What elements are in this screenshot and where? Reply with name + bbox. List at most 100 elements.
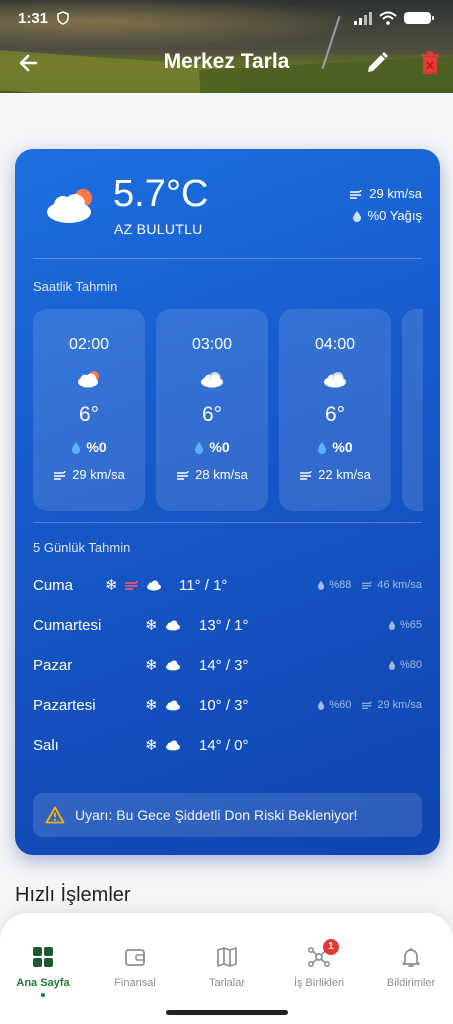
day-temp-range: 11° / 1° bbox=[179, 576, 228, 594]
nav-notifications-label: Bildirimler bbox=[386, 977, 436, 989]
cloud-icon bbox=[146, 580, 161, 591]
hourly-wind: 28 km/sa bbox=[156, 467, 268, 482]
day-name: Pazartesi bbox=[33, 696, 96, 714]
hourly-wind-value: 29 km/sa bbox=[72, 467, 125, 482]
active-indicator bbox=[41, 993, 45, 997]
current-meta: 29 km/sa %0 Yağış bbox=[349, 183, 422, 227]
nav-fields-label: Tarlalar bbox=[208, 977, 246, 989]
daily-row: Pazar ❄ 14° / 3° %80 bbox=[33, 653, 422, 677]
day-temp-range: 14° / 3° bbox=[199, 656, 249, 674]
hourly-rain-value: %0 bbox=[86, 439, 107, 455]
nav-fields[interactable]: Tarlalar bbox=[187, 945, 267, 989]
map-icon bbox=[217, 947, 237, 967]
hourly-time: 03:00 bbox=[191, 336, 233, 353]
weather-card: 5.7°C AZ BULUTLU 29 km/sa %0 Yağış Saatl… bbox=[15, 149, 440, 855]
nav-collaborations[interactable]: 1 İş Birlikleri bbox=[279, 939, 359, 989]
hourly-card: 04:00 6° %0 22 km/sa bbox=[279, 309, 391, 511]
wind-icon bbox=[54, 470, 66, 480]
divider bbox=[33, 258, 422, 259]
wifi-icon bbox=[379, 11, 397, 25]
day-rain: %60 bbox=[317, 699, 351, 711]
day-rain-value: %80 bbox=[399, 659, 422, 671]
wind-icon bbox=[177, 470, 189, 480]
hourly-time: 02:00 bbox=[68, 336, 110, 353]
daily-row: Cumartesi ❄ 13° / 1° %65 bbox=[33, 613, 422, 637]
cloud-icon bbox=[165, 660, 180, 671]
cloud-icon bbox=[165, 740, 180, 751]
shield-icon bbox=[57, 11, 69, 25]
wind-icon bbox=[300, 470, 312, 480]
day-rain: %88 bbox=[317, 579, 351, 591]
partly-cloudy-sun-icon bbox=[47, 189, 92, 223]
snowflake-icon: ❄ bbox=[145, 737, 158, 754]
day-rain: %65 bbox=[388, 619, 422, 631]
divider bbox=[33, 522, 422, 523]
wind-icon bbox=[362, 581, 373, 589]
day-temp-range: 14° / 0° bbox=[199, 736, 249, 754]
alert-text: Uyarı: Bu Gece Şiddetli Don Riski Beklen… bbox=[75, 807, 358, 823]
wallet-icon bbox=[125, 949, 145, 966]
nav-finance-label: Finansal bbox=[114, 977, 156, 989]
droplet-icon bbox=[318, 441, 327, 454]
battery-icon bbox=[404, 12, 434, 24]
hourly-rain-value: %0 bbox=[332, 439, 353, 455]
day-name: Cumartesi bbox=[33, 616, 102, 634]
current-wind: 29 km/sa bbox=[369, 186, 422, 201]
hourly-wind-value: 28 km/sa bbox=[195, 467, 248, 482]
cloud-icon bbox=[201, 372, 223, 388]
day-name: Salı bbox=[33, 736, 59, 754]
bottom-navigation: Ana Sayfa Finansal Tarlalar 1 İş Birlikl… bbox=[0, 913, 453, 1024]
hourly-wind: 22 km/sa bbox=[279, 467, 391, 482]
day-rain-value: %60 bbox=[329, 699, 352, 711]
droplet-icon bbox=[388, 660, 396, 670]
delete-trash-icon[interactable] bbox=[418, 50, 442, 76]
droplet-icon bbox=[318, 580, 325, 590]
day-temp-range: 13° / 1° bbox=[199, 616, 249, 634]
signal-icon bbox=[354, 12, 372, 25]
droplet-icon bbox=[318, 700, 325, 710]
day-temp-range: 10° / 3° bbox=[199, 696, 249, 714]
hourly-rain: %0 bbox=[156, 439, 268, 455]
daily-forecast-label: 5 Günlük Tahmin bbox=[33, 540, 131, 555]
hourly-forecast-label: Saatlik Tahmin bbox=[33, 279, 118, 294]
day-rain: %80 bbox=[388, 659, 422, 671]
cloud-icon bbox=[324, 372, 346, 388]
snowflake-icon: ❄ bbox=[145, 657, 158, 674]
hourly-rain: %0 bbox=[33, 439, 145, 455]
droplet-icon bbox=[195, 441, 204, 454]
hourly-rain-value: %0 bbox=[209, 439, 230, 455]
wind-icon bbox=[362, 701, 373, 709]
daily-row: Cuma ❄ 11° / 1° %88 46 km/sa bbox=[33, 573, 422, 597]
partly-cloudy-sun-icon bbox=[78, 371, 99, 388]
nav-home-label: Ana Sayfa bbox=[16, 977, 70, 989]
wind-icon bbox=[350, 189, 362, 199]
hourly-rain: %0 bbox=[279, 439, 391, 455]
status-bar: 1:31 bbox=[18, 7, 435, 29]
droplet-icon bbox=[388, 620, 396, 630]
day-wind: 46 km/sa bbox=[361, 579, 422, 591]
frost-alert: Uyarı: Bu Gece Şiddetli Don Riski Beklen… bbox=[33, 793, 422, 837]
home-indicator bbox=[166, 1010, 288, 1015]
header-image: 1:31 Merkez Tarla bbox=[0, 0, 453, 93]
daily-row: Pazartesi ❄ 10° / 3° %60 29 km/sa bbox=[33, 693, 422, 717]
hourly-forecast-scroller[interactable]: 02:00 6° %0 29 km/sa 03:00 6° %0 28 km/s… bbox=[33, 309, 423, 511]
nav-notifications[interactable]: Bildirimler bbox=[371, 945, 451, 989]
droplet-icon bbox=[352, 211, 361, 222]
edit-pencil-icon[interactable] bbox=[364, 50, 390, 76]
bell-icon bbox=[402, 948, 420, 967]
day-wind-value: 29 km/sa bbox=[377, 699, 422, 711]
cloud-icon bbox=[165, 700, 180, 711]
nav-finance[interactable]: Finansal bbox=[95, 945, 175, 989]
hourly-wind-value: 22 km/sa bbox=[318, 467, 371, 482]
day-rain-value: %65 bbox=[399, 619, 422, 631]
nav-home[interactable]: Ana Sayfa bbox=[3, 945, 83, 997]
day-wind: 29 km/sa bbox=[361, 699, 422, 711]
hourly-card: 03:00 6° %0 28 km/sa bbox=[156, 309, 268, 511]
current-temperature: 5.7°C bbox=[113, 173, 209, 215]
hourly-card-partial bbox=[402, 309, 423, 511]
hourly-temp: 6° bbox=[324, 403, 346, 426]
current-precipitation: %0 Yağış bbox=[367, 208, 422, 223]
snowflake-icon: ❄ bbox=[105, 577, 118, 594]
wind-icon bbox=[124, 580, 138, 590]
hourly-temp: 6° bbox=[78, 403, 100, 426]
